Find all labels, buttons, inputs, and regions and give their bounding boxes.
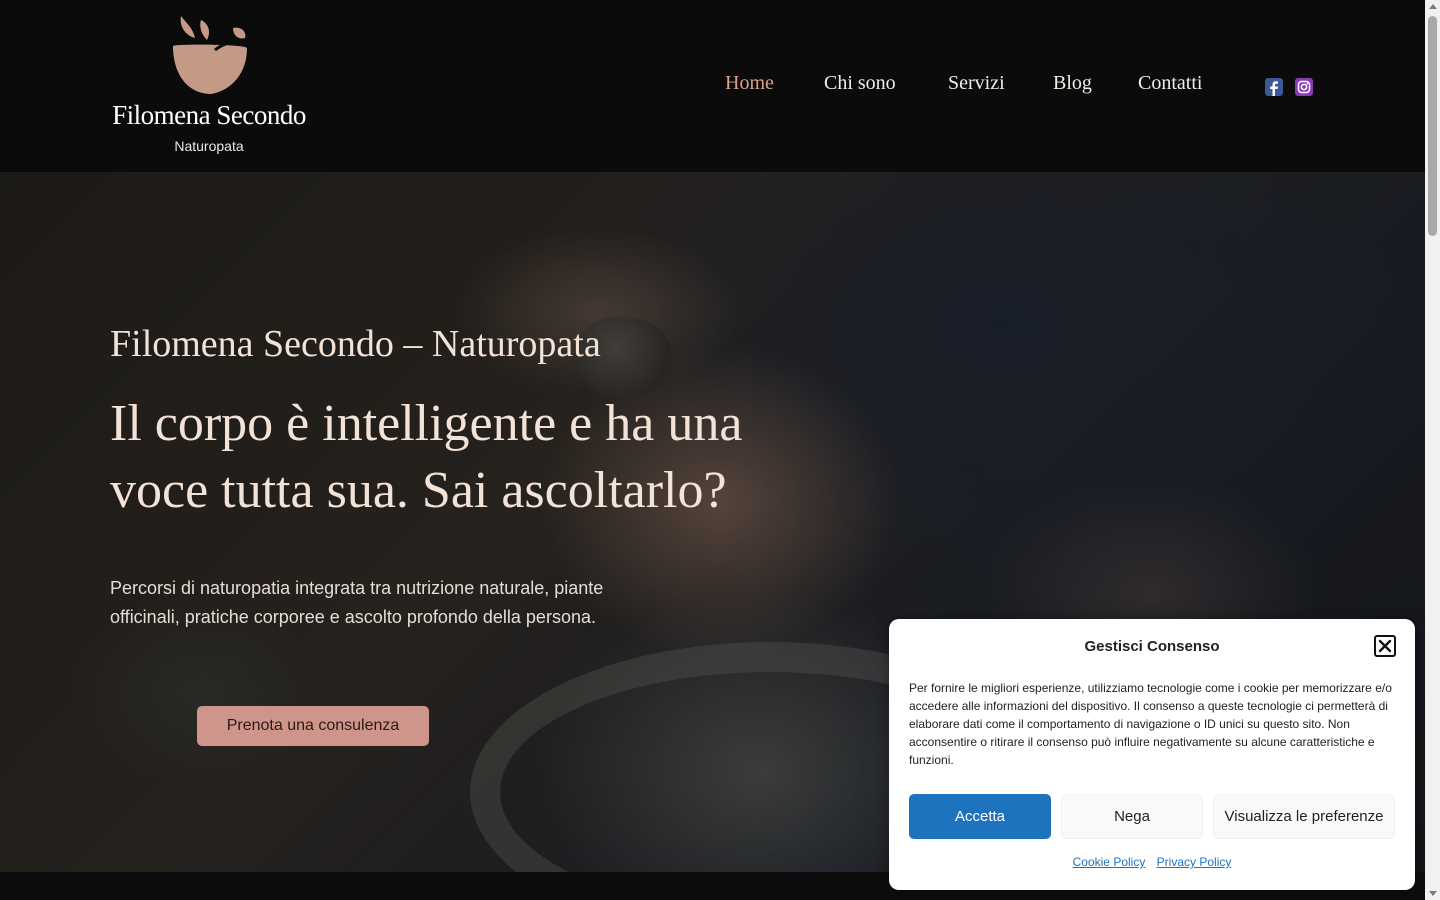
- site-logo[interactable]: Filomena Secondo Naturopata: [112, 14, 306, 160]
- facebook-icon[interactable]: [1265, 78, 1283, 96]
- site-header: Filomena Secondo Naturopata Home Chi son…: [0, 0, 1425, 172]
- mortar-and-leaves-logo-icon: [173, 16, 247, 94]
- cookie-policy-link[interactable]: Cookie Policy: [1073, 855, 1146, 869]
- scroll-down-arrow-icon[interactable]: [1429, 891, 1437, 896]
- nav-item-contatti[interactable]: Contatti: [1138, 72, 1202, 95]
- cookie-consent-dialog: Gestisci Consenso Per fornire le miglior…: [889, 619, 1415, 890]
- close-consent-button[interactable]: [1374, 635, 1396, 657]
- accept-button[interactable]: Accetta: [909, 794, 1051, 839]
- privacy-policy-link[interactable]: Privacy Policy: [1157, 855, 1232, 869]
- hero-title: Il corpo è intelligente e ha una voce tu…: [110, 395, 743, 519]
- instagram-icon[interactable]: [1295, 78, 1313, 96]
- nav-item-servizi[interactable]: Servizi: [948, 72, 1005, 95]
- consent-title: Gestisci Consenso: [1084, 638, 1220, 655]
- close-icon: [1378, 639, 1392, 653]
- scroll-up-arrow-icon[interactable]: [1429, 4, 1437, 9]
- logo-name: Filomena Secondo: [112, 100, 306, 130]
- scrollbar-thumb[interactable]: [1428, 16, 1437, 236]
- book-consultation-button[interactable]: Prenota una consulenza: [197, 706, 429, 746]
- hero-description: Percorsi di naturopatia integrata tra nu…: [110, 578, 604, 627]
- logo-tagline: Naturopata: [174, 138, 244, 154]
- view-preferences-button[interactable]: Visualizza le preferenze: [1213, 794, 1395, 839]
- consent-links: Cookie Policy Privacy Policy: [889, 855, 1415, 869]
- consent-message: Per fornire le migliori esperienze, util…: [909, 681, 1392, 767]
- nav-item-chi-sono[interactable]: Chi sono: [824, 72, 896, 95]
- deny-button[interactable]: Nega: [1061, 794, 1203, 839]
- nav-item-home[interactable]: Home: [725, 72, 774, 95]
- page-scrollbar[interactable]: [1425, 0, 1440, 900]
- hero-subtitle: Filomena Secondo – Naturopata: [110, 323, 601, 365]
- nav-item-blog[interactable]: Blog: [1053, 72, 1092, 95]
